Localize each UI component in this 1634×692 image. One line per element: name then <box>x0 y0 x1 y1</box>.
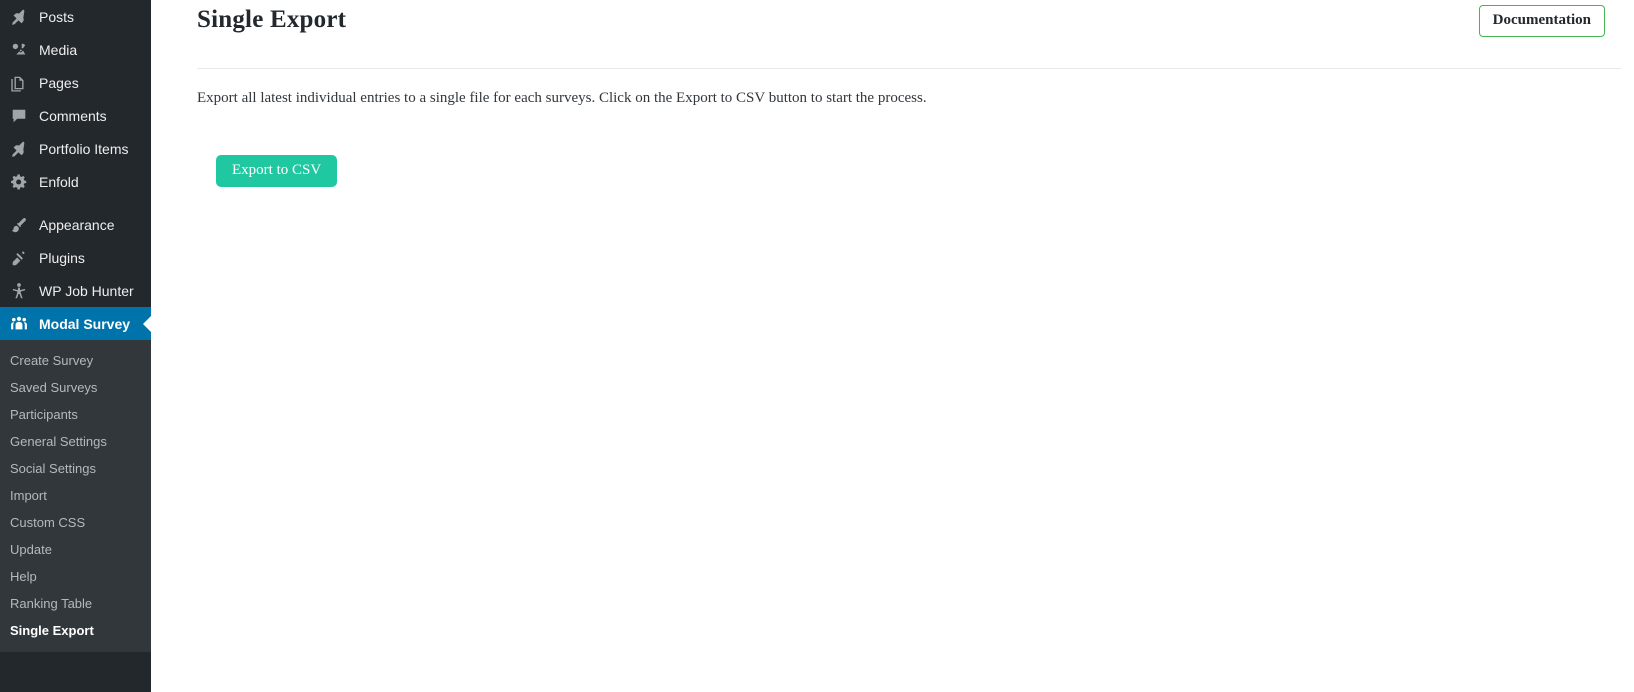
submenu-item-single-export[interactable]: Single Export <box>0 617 151 644</box>
submenu-item-ranking-table[interactable]: Ranking Table <box>0 590 151 617</box>
submenu-item-participants[interactable]: Participants <box>0 401 151 428</box>
sidebar-item-modal-survey[interactable]: Modal Survey <box>0 307 151 340</box>
paintbrush-icon <box>8 214 30 236</box>
sidebar-separator <box>0 198 151 208</box>
sidebar-item-appearance[interactable]: Appearance <box>0 208 151 241</box>
documentation-button[interactable]: Documentation <box>1478 5 1605 37</box>
submenu-item-social-settings[interactable]: Social Settings <box>0 455 151 482</box>
sidebar-item-label: Appearance <box>39 217 115 233</box>
submenu-item-import[interactable]: Import <box>0 482 151 509</box>
pushpin-icon <box>8 6 30 28</box>
header-divider <box>197 68 1621 69</box>
sidebar-item-pages[interactable]: Pages <box>0 66 151 99</box>
sidebar-menu: Posts Media Pages Comments Portfolio Ite… <box>0 0 151 652</box>
comment-icon <box>8 105 30 127</box>
admin-sidebar: Posts Media Pages Comments Portfolio Ite… <box>0 0 151 692</box>
page-title: Single Export <box>197 6 347 33</box>
sidebar-item-label: Plugins <box>39 250 85 266</box>
sidebar-item-label: Media <box>39 42 78 58</box>
plug-icon <box>8 247 30 269</box>
sidebar-item-label: Portfolio Items <box>39 141 129 157</box>
sidebar-item-media[interactable]: Media <box>0 33 151 66</box>
sidebar-item-comments[interactable]: Comments <box>0 99 151 132</box>
wordpress-admin-screen: Posts Media Pages Comments Portfolio Ite… <box>0 0 1634 692</box>
active-arrow-icon <box>143 315 151 332</box>
submenu-item-custom-css[interactable]: Custom CSS <box>0 509 151 536</box>
submenu-item-help[interactable]: Help <box>0 563 151 590</box>
main-content: Single Export Documentation Export all l… <box>151 0 1634 692</box>
sidebar-item-wp-job-hunter[interactable]: WP Job Hunter <box>0 274 151 307</box>
pages-icon <box>8 72 30 94</box>
groups-icon <box>8 313 30 335</box>
sidebar-item-label: WP Job Hunter <box>39 283 134 299</box>
sidebar-item-label: Pages <box>39 75 79 91</box>
export-to-csv-button[interactable]: Export to CSV <box>216 155 338 187</box>
sidebar-submenu-modal-survey: Create Survey Saved Surveys Participants… <box>0 340 151 652</box>
sidebar-item-label: Enfold <box>39 174 79 190</box>
sidebar-item-enfold[interactable]: Enfold <box>0 165 151 198</box>
submenu-item-create-survey[interactable]: Create Survey <box>0 347 151 374</box>
submenu-item-general-settings[interactable]: General Settings <box>0 428 151 455</box>
sidebar-item-label: Comments <box>39 108 107 124</box>
person-icon <box>8 280 30 302</box>
page-description: Export all latest individual entries to … <box>197 90 927 106</box>
sidebar-item-label: Modal Survey <box>39 316 131 332</box>
sidebar-item-plugins[interactable]: Plugins <box>0 241 151 274</box>
sidebar-item-label: Posts <box>39 9 75 25</box>
submenu-item-update[interactable]: Update <box>0 536 151 563</box>
submenu-item-saved-surveys[interactable]: Saved Surveys <box>0 374 151 401</box>
camera-icon <box>8 39 30 61</box>
sidebar-item-portfolio-items[interactable]: Portfolio Items <box>0 132 151 165</box>
sidebar-item-posts[interactable]: Posts <box>0 0 151 33</box>
pushpin-icon <box>8 138 30 160</box>
gear-icon <box>8 171 30 193</box>
